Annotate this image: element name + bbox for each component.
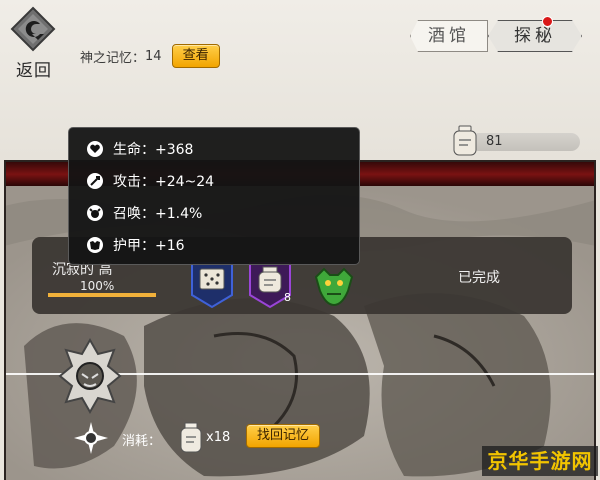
tab-bar: 酒馆 探秘 [410, 16, 586, 52]
stat-armor: 护甲：+16 [113, 238, 185, 254]
tab-tavern[interactable]: 酒馆 [410, 20, 488, 52]
notification-dot [542, 16, 553, 27]
jar-icon [453, 125, 477, 156]
stat-row-attack: 攻击：+24~24 [87, 170, 214, 192]
sword-icon [87, 173, 103, 189]
memory-count: 14 [145, 48, 162, 64]
memory-label: 神之记忆： [80, 50, 146, 66]
resource-value: 81 [486, 134, 503, 149]
stats-tooltip: 生命：+368 攻击：+24~24 召唤：+1.4% 护甲：+16 [68, 127, 360, 265]
view-button[interactable]: 查看 [171, 44, 220, 68]
stat-attack: 攻击：+24~24 [113, 174, 215, 190]
stat-row-health: 生命：+368 [87, 138, 193, 160]
resource-counter: 81 [450, 124, 582, 156]
heart-icon [87, 141, 103, 157]
stat-row-summon: 召唤：+1.4% [87, 202, 202, 224]
stat-summon: 召唤：+1.4% [113, 206, 203, 222]
memory-row: 神之记忆： 14 查看 [80, 44, 220, 68]
back-arrow-icon [10, 6, 56, 52]
tab-explore[interactable]: 探秘 [488, 20, 582, 52]
faded-header-text: · · · [118, 0, 135, 5]
summon-icon [87, 205, 103, 221]
back-label: 返回 [16, 61, 52, 81]
back-button[interactable]: 返回 [6, 6, 62, 81]
stat-row-armor: 护甲：+16 [87, 234, 185, 256]
stat-health: 生命：+368 [113, 142, 194, 158]
armor-icon [87, 237, 103, 253]
watermark: 京华手游网 [482, 446, 598, 476]
